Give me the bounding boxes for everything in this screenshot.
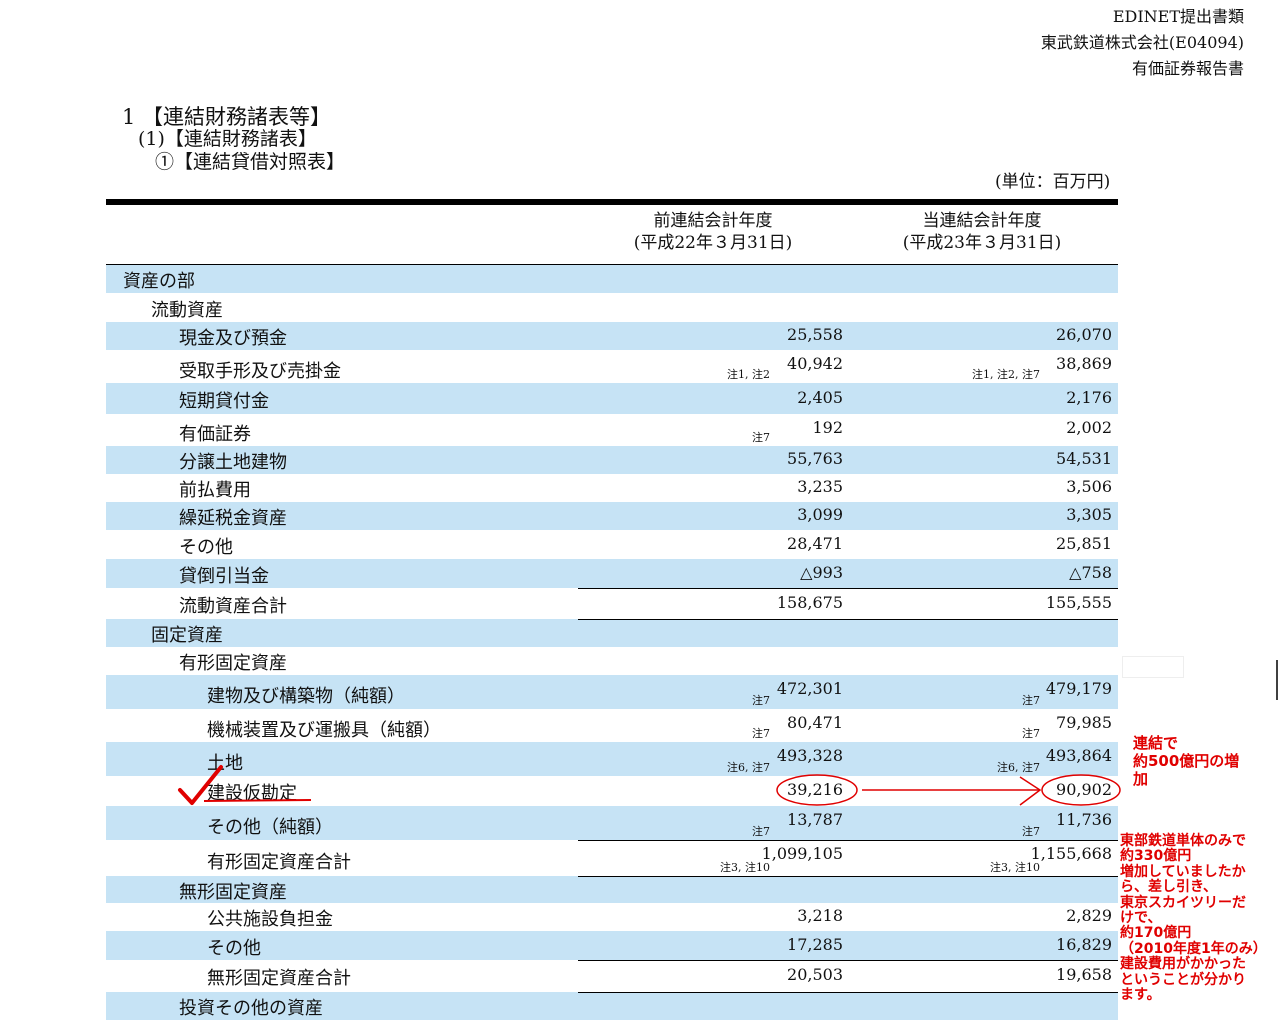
circle-curr-value xyxy=(1041,774,1121,806)
subtotal-rule xyxy=(578,619,1118,620)
subtotal-rule xyxy=(578,960,1118,961)
subtotal-rule xyxy=(578,876,1118,877)
markup-overlay xyxy=(178,660,1278,806)
checkmark-icon xyxy=(178,765,223,805)
subtotal-rule xyxy=(578,840,1118,841)
red-underline xyxy=(203,799,312,802)
subtotal-rule xyxy=(578,588,1118,589)
circle-prev-value xyxy=(776,774,858,806)
subtotal-rule xyxy=(578,992,1118,993)
arrow-head-icon xyxy=(1019,776,1042,806)
